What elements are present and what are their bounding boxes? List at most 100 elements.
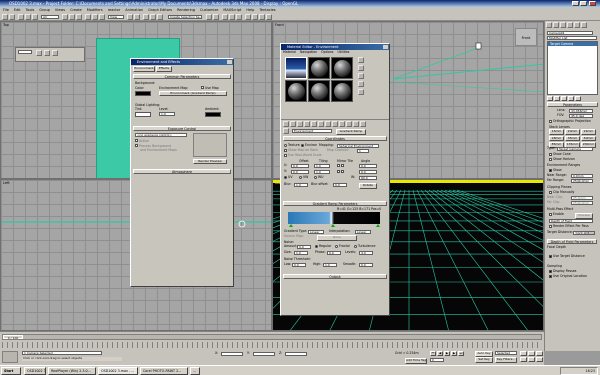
flag-marker-icon[interactable] [376, 224, 380, 227]
select-rotate-icon[interactable] [92, 14, 98, 20]
show-horizon-checkbox[interactable]: Show Horizon [549, 157, 575, 161]
taskbar-item-2[interactable]: RealPlayer (Win) 2.3.0... [48, 367, 96, 375]
layer-manager-icon[interactable] [222, 14, 228, 20]
curve-editor-icon[interactable] [229, 14, 235, 20]
tab-environment[interactable]: Environment [133, 66, 155, 72]
time-slider-thumb[interactable]: 0 / 100 [3, 335, 23, 340]
blur-field[interactable]: 1.0 [294, 183, 308, 187]
u-tiling-field[interactable]: 1.0 [314, 164, 330, 168]
next-frame-icon[interactable]: ▶ [451, 351, 457, 356]
close-button[interactable] [589, 1, 596, 6]
viewport-label[interactable]: Top [3, 23, 9, 27]
common-parameters-rollout[interactable]: Common Parameters [133, 73, 231, 79]
display-tab-icon[interactable] [574, 22, 580, 28]
tab-effects[interactable]: Effects [156, 66, 172, 72]
show-end-result-icon[interactable] [554, 96, 560, 101]
x-coordinate[interactable] [221, 352, 243, 356]
zoom-icon[interactable] [520, 351, 527, 356]
utilities-tab-icon[interactable] [581, 22, 587, 28]
v-mirror-checkbox[interactable] [337, 169, 345, 173]
material-name-field[interactable]: Environment [292, 129, 332, 133]
create-tab-icon[interactable] [546, 22, 552, 28]
smooth-field[interactable]: 0.0 [359, 263, 373, 267]
select-manipulate-icon[interactable] [134, 14, 140, 20]
level-spinner[interactable]: 1.0 [159, 111, 175, 116]
render-per-pass-checkbox[interactable]: Render Effect Per Pass [549, 224, 589, 228]
sample-slot-3[interactable] [331, 57, 353, 79]
close-icon[interactable] [227, 60, 232, 64]
select-by-name-icon[interactable] [69, 14, 75, 20]
taskbar-item-5[interactable]: ... [190, 367, 200, 375]
zoom-all-icon[interactable] [528, 351, 535, 356]
source-map-button[interactable]: None [317, 235, 357, 241]
set-key-button[interactable]: Set Key [475, 357, 493, 363]
background-icon[interactable] [358, 73, 364, 79]
turbulence-radio[interactable]: Turbulence [354, 244, 375, 248]
motion-tab-icon[interactable] [567, 22, 573, 28]
display-passes-checkbox[interactable]: Display Passes [549, 269, 576, 273]
maximize-viewport-icon[interactable] [536, 357, 543, 362]
rotate-button[interactable]: Rotate [359, 183, 377, 189]
unlink-icon[interactable] [25, 14, 31, 20]
near-clip-field[interactable]: 25.4mm [571, 196, 593, 200]
high-field[interactable]: 1.0 [323, 263, 337, 267]
sample-slot-2[interactable] [308, 57, 330, 79]
environ-radio[interactable]: Environ [301, 143, 317, 147]
taskbar-item-3[interactable]: OSD1002 3.max - ... [98, 367, 138, 375]
go-to-start-icon[interactable]: ⏮ [430, 351, 436, 356]
enable-checkbox[interactable]: Enable [549, 212, 564, 216]
near-range-field[interactable]: 0.0mm [571, 174, 593, 178]
uv-tiling-icon[interactable] [358, 81, 364, 87]
stock-lens-button[interactable]: 20mm [565, 129, 580, 135]
play-icon[interactable]: ▶ [444, 351, 450, 356]
lens-field[interactable]: 43.456mm [569, 109, 593, 113]
w-angle-field[interactable]: 90.0 [359, 176, 377, 180]
show-cone-checkbox[interactable]: Show Cone [549, 152, 571, 156]
stack-item-target-camera[interactable]: Target Camera [548, 42, 597, 46]
vw-radio[interactable]: VW [299, 175, 308, 179]
regular-radio[interactable]: Regular [315, 244, 331, 248]
orthographic-checkbox[interactable]: Orthographic Projection [549, 119, 591, 123]
real-world-checkbox[interactable]: Use Real-World Scale [284, 153, 322, 157]
env-map-button[interactable]: Environment (Gradient Ramp) [159, 90, 227, 96]
make-unique-icon[interactable] [561, 96, 567, 101]
uv-radio[interactable]: UV [284, 175, 293, 179]
pick-material-icon[interactable] [283, 128, 289, 134]
sample-slot-4[interactable] [285, 80, 307, 102]
flag-marker-icon[interactable] [289, 224, 293, 227]
schematic-view-icon[interactable] [236, 14, 242, 20]
material-type-button[interactable]: Gradient Ramp [336, 129, 366, 135]
parameters-rollout[interactable]: Parameters [547, 102, 598, 107]
texture-radio[interactable]: Texture [284, 143, 300, 147]
y-coordinate[interactable] [253, 352, 275, 356]
use-original-location-checkbox[interactable]: Use Original Location [549, 274, 587, 278]
rect-selection-icon[interactable] [76, 14, 82, 20]
far-clip-field[interactable]: 2540.0mm [571, 201, 593, 205]
taskbar-item-4[interactable]: Corel PHOTO-PAINT 2... [140, 367, 188, 375]
preview-button[interactable]: Preview [575, 213, 593, 219]
gradient-type-dropdown[interactable]: Linear [308, 230, 324, 234]
named-selection-sets[interactable]: Create Selection Se... [168, 15, 202, 19]
stock-lens-button[interactable]: 35mm [565, 135, 580, 141]
fov-icon[interactable] [520, 357, 527, 362]
clip-manually-checkbox[interactable]: Clip Manually [549, 190, 574, 194]
levels-field[interactable]: 4.0 [359, 251, 373, 255]
z-coordinate[interactable] [285, 352, 307, 356]
fov-field[interactable]: 45.0 deg [569, 114, 593, 118]
minimize-button[interactable] [572, 1, 579, 6]
modify-tab-icon[interactable] [553, 22, 559, 28]
current-frame-field[interactable]: 0 [430, 358, 444, 362]
use-map-checkbox[interactable]: Use Map [201, 86, 219, 90]
sample-type-icon[interactable] [358, 57, 364, 63]
previous-frame-icon[interactable]: ◀ [437, 351, 443, 356]
output-rollout[interactable]: Output [283, 274, 387, 279]
pivot-center-icon[interactable] [127, 14, 133, 20]
maximize-button[interactable] [580, 1, 587, 6]
render-preview-button[interactable]: Render Preview [193, 158, 227, 164]
v-offset-field[interactable]: 0.0 [291, 170, 309, 174]
tool-icon-c[interactable] [52, 50, 58, 56]
add-time-tag-button[interactable]: Add Time Tag [405, 358, 427, 364]
select-object-icon[interactable] [62, 14, 68, 20]
undo-icon[interactable] [2, 14, 8, 20]
hierarchy-tab-icon[interactable] [560, 22, 566, 28]
